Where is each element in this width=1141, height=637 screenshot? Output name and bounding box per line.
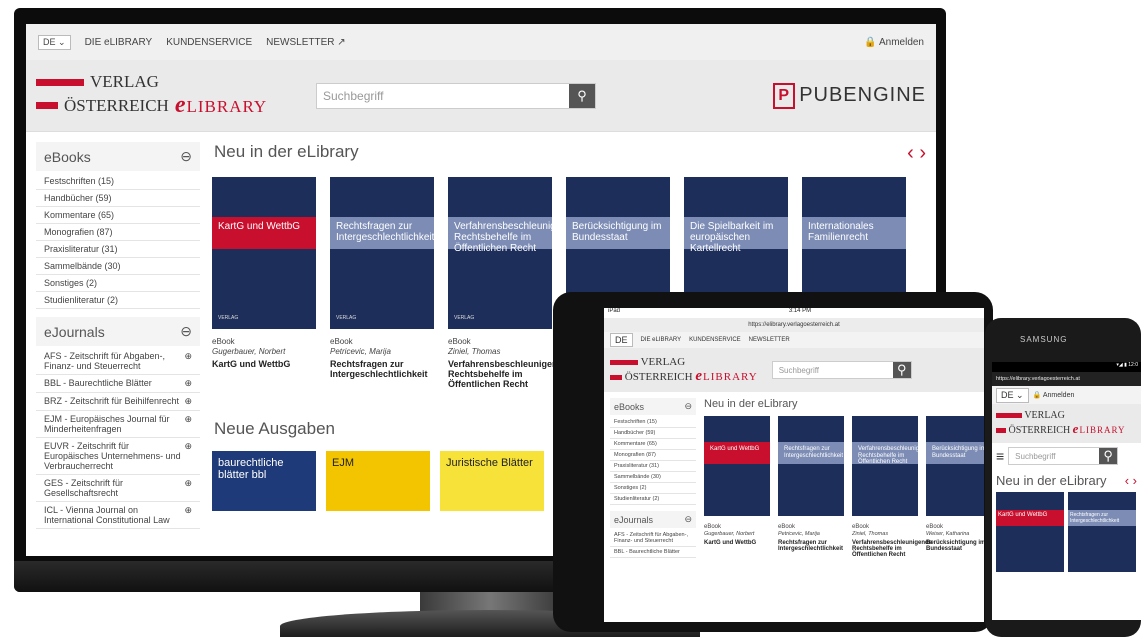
issue-cover[interactable]: baurechtliche blätter bbl [212,451,316,511]
book-card[interactable]: Verfahrensbeschleunigende Rechtsbehelfe … [852,416,932,558]
list-item[interactable]: Sammelbände (30) [36,258,200,275]
book-card[interactable]: Berücksichtigung im Bundesstaat eBook Weis… [926,416,984,558]
issue-cover[interactable]: EJM [326,451,430,511]
ebooks-header[interactable]: eBooks ⊖ [36,142,200,171]
language-select[interactable]: DE ⌄ [38,34,71,50]
list-item[interactable]: BBL - Baurechtliche Blätter ⊕ [36,375,200,393]
book-card[interactable]: Verfahrensbeschleunigende Rechtsbehelfe … [448,177,578,389]
search-icon[interactable]: ⚲ [569,83,595,108]
book-cover[interactable]: Berücksichtigung im Bundesstaat [926,416,984,516]
expand-icon[interactable]: ⊕ [184,378,192,389]
nav-newsletter[interactable]: NEWSLETTER ↗ [266,37,346,48]
collapse-icon[interactable]: ⊖ [180,323,192,340]
list-item[interactable]: Studienliteratur (2) [610,494,696,505]
search-input[interactable]: Suchbegriff ⚲ [316,82,596,109]
login-link[interactable]: 🔒 Anmelden [864,37,924,48]
carousel-arrows-icon[interactable]: ‹ › [1125,473,1137,488]
menu-icon[interactable]: ≡ [996,448,1004,464]
list-item[interactable]: Kommentare (65) [36,207,200,224]
language-select[interactable]: DE [610,333,633,347]
ebooks-header[interactable]: eBooks ⊖ [610,398,696,415]
list-item[interactable]: Handbücher (59) [610,428,696,439]
phone-url-bar[interactable]: https://elibrary.verlagoesterreich.at [992,372,1141,386]
phone-brand: SAMSUNG [1020,335,1068,344]
phone-section-title: Neu in der eLibrary ‹ › [996,473,1137,488]
list-item[interactable]: Festschriften (15) [610,417,696,428]
book-card[interactable]: KartG und WettbG VERLAG eBook Gugerbauer, N… [212,177,316,389]
expand-icon[interactable]: ⊕ [184,441,192,471]
phone-screen: ▾◢ ▮ 12:0 https://elibrary.verlagoesterr… [992,362,1141,620]
search-icon[interactable]: ⚲ [892,362,911,378]
search-input[interactable]: Suchbegriff ⚲ [1008,447,1119,465]
carousel-arrows-icon[interactable]: ‹ › [907,142,926,165]
nav-elibrary[interactable]: DIE eLIBRARY [641,337,682,343]
list-item[interactable]: Sonstiges (2) [610,483,696,494]
verlag-logo[interactable]: VERLAG ÖSTERREICH eLIBRARY [610,356,758,385]
expand-icon[interactable]: ⊕ [184,414,192,434]
top-navigation: DE ⌄ DIE eLIBRARY KUNDENSERVICE NEWSLETT… [26,24,936,60]
list-item[interactable]: Sammelbände (30) [610,472,696,483]
pubengine-logo: P PUBENGINE [773,82,926,109]
collapse-icon[interactable]: ⊖ [180,148,192,165]
list-item[interactable]: AFS - Zeitschrift für Abgaben-, Finanz- … [610,530,696,547]
list-item[interactable]: AFS - Zeitschrift für Abgaben-, Finanz- … [36,348,200,375]
book-card[interactable]: KartG und WettbG eBook Gugerbauer, Norbert… [704,416,770,558]
login-link[interactable]: 🔒 Anmelden [1033,391,1075,399]
search-input[interactable]: Suchbegriff ⚲ [771,361,912,379]
nav-kundenservice[interactable]: KUNDENSERVICE [166,37,252,48]
expand-icon[interactable]: ⊕ [184,351,192,371]
book-cover[interactable]: Rechtsfragen zur Intergeschlechtlichkeit… [330,177,434,329]
book-cover[interactable]: Verfahrensbeschleunigende Rechtsbehelfe … [448,177,578,329]
new-section-title: Neu in der eLibrary ‹ › [214,142,926,165]
pubengine-icon: P [773,82,796,109]
list-item[interactable]: GES - Zeitschrift für Gesellschaftsrecht… [36,475,200,502]
nav-newsletter[interactable]: NEWSLETTER [749,337,790,343]
site-header: VERLAG ÖSTERREICH eLIBRARY Suchbegriff ⚲ … [26,60,936,132]
ejournals-header[interactable]: eJournals ⊖ [610,511,696,528]
list-item[interactable]: ICL - Vienna Journal on International Co… [36,502,200,529]
expand-icon[interactable]: ⊕ [184,505,192,525]
language-select[interactable]: DE ⌄ [996,387,1029,403]
list-item[interactable]: Praxisliteratur (31) [610,461,696,472]
book-card[interactable]: Rechtsfragen zur Intergeschlechtlichkeit… [330,177,434,389]
tablet-url-bar[interactable]: https://elibrary.verlagoesterreich.at [604,318,984,332]
search-icon[interactable]: ⚲ [1099,448,1118,464]
nav-elibrary[interactable]: DIE eLIBRARY [85,37,153,48]
list-item[interactable]: EUVR - Zeitschrift für Europäisches Unte… [36,438,200,475]
book-cover[interactable]: KartG und WettbG [996,492,1064,572]
tablet-screen: iPad 3:14 PM https://elibrary.verlagoeste… [604,308,984,622]
list-item[interactable]: Handbücher (59) [36,190,200,207]
book-cover[interactable]: KartG und WettbG VERLAG [212,177,316,329]
book-cover[interactable]: Rechtsfragen zur Intergeschlechtlichkeit [1068,492,1136,572]
list-item[interactable]: Festschriften (15) [36,173,200,190]
list-item[interactable]: Studienliteratur (2) [36,292,200,309]
book-cover[interactable]: KartG und WettbG [704,416,770,516]
list-item[interactable]: Monografien (87) [36,224,200,241]
verlag-logo[interactable]: VERLAG ÖSTERREICH eLIBRARY [36,72,286,119]
new-section-title: Neu in der eLibrary [704,398,798,410]
list-item[interactable]: Sonstiges (2) [36,275,200,292]
list-item[interactable]: BRZ - Zeitschrift für Beihilfenrecht ⊕ [36,393,200,411]
list-item[interactable]: Monografien (87) [610,450,696,461]
ejournals-header[interactable]: eJournals ⊖ [36,317,200,346]
sidebar: eBooks ⊖ Festschriften (15) Handbücher (59… [36,142,200,529]
list-item[interactable]: Praxisliteratur (31) [36,241,200,258]
list-item[interactable]: BBL - Baurechtliche Blätter [610,547,696,558]
expand-icon[interactable]: ⊕ [184,396,192,407]
list-item[interactable]: EJM - Europäisches Journal für Minderhei… [36,411,200,438]
nav-kundenservice[interactable]: KUNDENSERVICE [689,337,741,343]
expand-icon[interactable]: ⊕ [184,478,192,498]
verlag-logo[interactable]: VERLAG ÖSTERREICH eLIBRARY [992,404,1141,443]
book-cover[interactable]: Rechtsfragen zur Intergeschlechtlichkeit [778,416,844,516]
issue-cover[interactable]: Juristische Blätter [440,451,544,511]
book-card[interactable]: Rechtsfragen zur Intergeschlechtlichkeit… [778,416,844,558]
book-cover[interactable]: Verfahrensbeschleunigende Rechtsbehelfe … [852,416,932,516]
list-item[interactable]: Kommentare (65) [610,439,696,450]
